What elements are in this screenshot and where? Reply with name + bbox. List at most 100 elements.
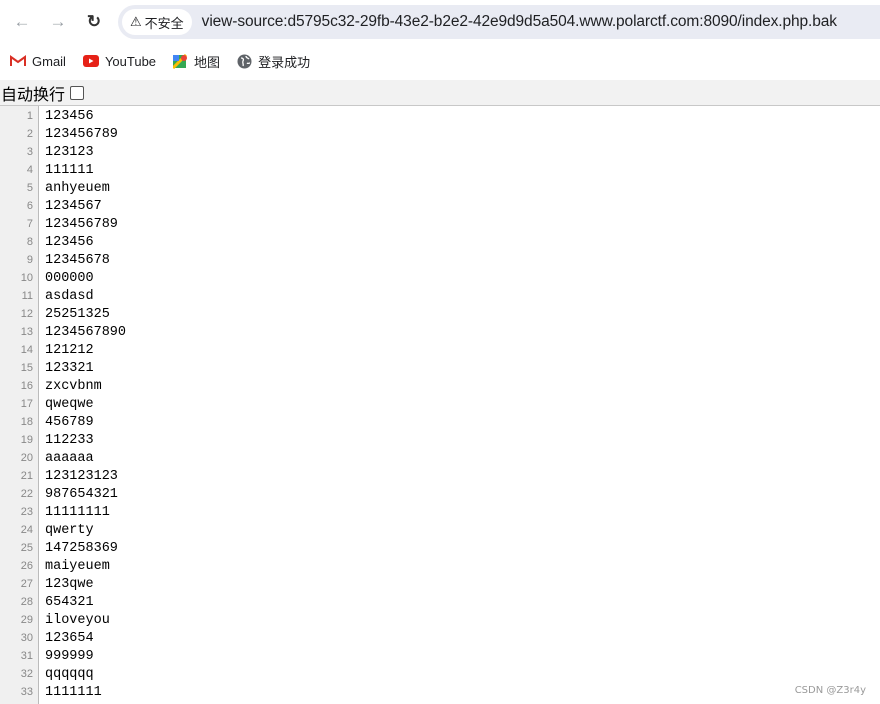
bookmark-label: 地图 [194, 54, 221, 70]
source-line: 20 aaaaaa [0, 449, 880, 467]
line-content: 121212 [45, 342, 94, 358]
line-content: asdasd [45, 288, 94, 304]
source-line: 26 maiyeuem [0, 557, 880, 575]
line-number: 21 [20, 470, 33, 482]
source-line: 10 000000 [0, 269, 880, 287]
source-line: 9 12345678 [0, 251, 880, 269]
warning-icon: ⚠ [130, 14, 142, 29]
source-line: 27 123qwe [0, 575, 880, 593]
line-content: 654321 [45, 594, 94, 610]
line-number: 4 [26, 164, 33, 176]
line-number: 13 [20, 326, 33, 338]
line-number: 10 [20, 272, 33, 284]
security-label: 不安全 [144, 15, 184, 31]
line-number: 9 [26, 254, 33, 266]
line-number: 14 [20, 344, 33, 356]
line-content: 123123123 [45, 468, 118, 484]
source-line: 1 123456 [0, 107, 880, 125]
line-content: maiyeuem [45, 558, 110, 574]
bookmark-maps[interactable]: 地图 [173, 52, 220, 71]
line-content: 123123 [45, 144, 94, 160]
line-wrap-label: 自动换行 [1, 86, 66, 104]
line-content: 25251325 [45, 306, 110, 322]
line-content: 123qwe [45, 576, 94, 592]
line-content: 000000 [45, 270, 94, 286]
source-line: 15 123321 [0, 359, 880, 377]
arrow-left-icon: ← [13, 12, 31, 31]
line-number: 19 [20, 434, 33, 446]
source-view: 1 123456 2 123456789 3 123123 4 111111 5 anhyeuem… [0, 106, 880, 704]
line-content: 123654 [45, 630, 94, 646]
line-content: 11111111 [45, 504, 110, 520]
source-line: 7 123456789 [0, 215, 880, 233]
source-line: 17 qweqwe [0, 395, 880, 413]
source-line: 28 654321 [0, 593, 880, 611]
source-line: 21 123123123 [0, 467, 880, 485]
source-line: 29 iloveyou [0, 611, 880, 629]
line-number: 26 [20, 560, 33, 572]
line-content: 123456 [45, 108, 94, 124]
line-number: 23 [20, 506, 33, 518]
source-line: 3 123123 [0, 143, 880, 161]
bookmark-youtube[interactable]: YouTube [82, 53, 157, 69]
line-content: 1111111 [45, 684, 102, 700]
line-content: 111111 [45, 162, 94, 178]
line-content: 112233 [45, 432, 94, 448]
line-number: 16 [20, 380, 33, 392]
line-content: qweqwe [45, 396, 94, 412]
bookmark-label: YouTube [104, 53, 157, 69]
line-content: qwerty [45, 522, 94, 538]
line-content: 123456 [45, 234, 94, 250]
source-line: 4 111111 [0, 161, 880, 179]
source-line: 33 1111111 [0, 683, 880, 701]
line-number: 28 [20, 596, 33, 608]
line-number: 17 [20, 398, 33, 410]
arrow-right-icon: → [49, 12, 67, 31]
source-line: 22 987654321 [0, 485, 880, 503]
line-number: 20 [20, 452, 33, 464]
source-line: 5 anhyeuem [0, 179, 880, 197]
source-line: 2 123456789 [0, 125, 880, 143]
line-number: 25 [20, 542, 33, 554]
line-content: anhyeuem [45, 180, 110, 196]
bookmark-gmail[interactable]: Gmail [10, 54, 66, 69]
forward-button[interactable]: → [40, 4, 76, 40]
source-line: 30 123654 [0, 629, 880, 647]
line-number: 30 [20, 632, 33, 644]
source-line: 11 asdasd [0, 287, 880, 305]
bookmarks-bar: Gmail YouTube 地图 登录成功 [0, 44, 880, 78]
line-number: 24 [20, 524, 33, 536]
line-content: aaaaaa [45, 450, 94, 466]
line-content: 123456789 [45, 216, 118, 232]
reload-button[interactable]: ↻ [76, 4, 112, 40]
security-chip[interactable]: ⚠ 不安全 [122, 9, 192, 35]
line-content: 1234567890 [45, 324, 127, 340]
line-number: 6 [26, 200, 33, 212]
line-number: 31 [20, 650, 33, 662]
line-content: 1234567 [45, 198, 102, 214]
line-number: 8 [26, 236, 33, 248]
source-line: 23 11111111 [0, 503, 880, 521]
line-content: 12345678 [45, 252, 110, 268]
source-line: 8 123456 [0, 233, 880, 251]
line-wrap-checkbox[interactable] [70, 85, 85, 100]
line-number: 27 [20, 578, 33, 590]
url-text[interactable]: view-source:d5795c32-29fb-43e2-b2e2-42e9… [202, 13, 837, 31]
bookmark-label: Gmail [32, 53, 66, 69]
line-number: 15 [20, 362, 33, 374]
line-number: 29 [20, 614, 33, 626]
back-button[interactable]: ← [4, 4, 40, 40]
address-bar[interactable]: ⚠ 不安全 view-source:d5795c32-29fb-43e2-b2e… [118, 5, 880, 39]
line-number: 2 [26, 128, 33, 140]
source-line: 14 121212 [0, 341, 880, 359]
maps-icon [173, 53, 188, 69]
source-line: 25 147258369 [0, 539, 880, 557]
line-number: 22 [20, 488, 33, 500]
line-number: 18 [20, 416, 33, 428]
line-number: 3 [26, 146, 33, 158]
bookmark-login-success[interactable]: 登录成功 [237, 52, 310, 71]
source-line: 6 1234567 [0, 197, 880, 215]
source-line: 16 zxcvbnm [0, 377, 880, 395]
line-content: 987654321 [45, 486, 118, 502]
source-line: 24 qwerty [0, 521, 880, 539]
